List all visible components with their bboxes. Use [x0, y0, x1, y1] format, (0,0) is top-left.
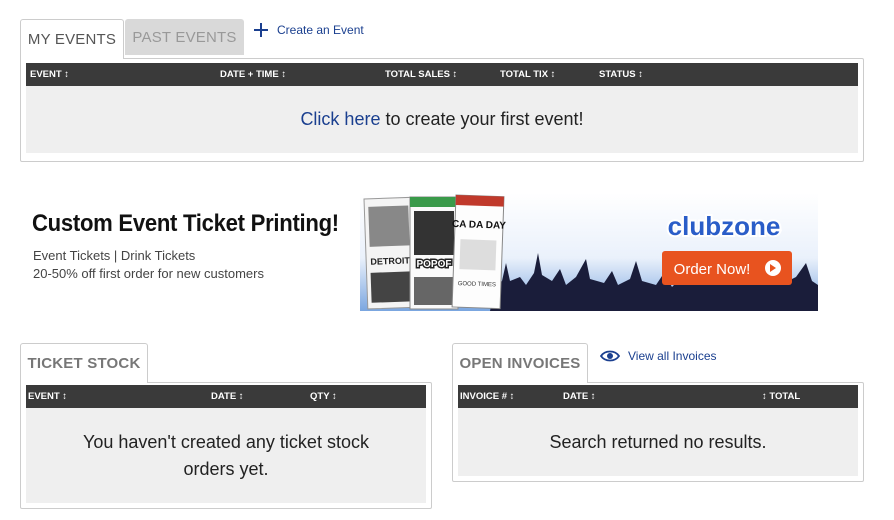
col-total-tix[interactable]: TOTAL TIX ↕ [500, 69, 555, 80]
tab-my-events-label: MY EVENTS [27, 31, 117, 48]
col-invoice-date[interactable]: DATE ↕ [563, 391, 596, 402]
col-invoice-total[interactable]: ↕ TOTAL [762, 391, 800, 402]
order-now-label: Order Now! [674, 261, 751, 278]
ticket-text-cada: CA DA DAY [452, 219, 507, 232]
ticket-stock-table-header: EVENT ↕ DATE ↕ QTY ↕ [26, 385, 426, 408]
create-event-label: Create an Event [277, 23, 364, 37]
create-event-link[interactable]: Create an Event [253, 22, 364, 38]
clubzone-logo: clubzone [666, 209, 783, 243]
ticket-text-popof: POPOF [416, 259, 451, 270]
invoices-empty-state: Search returned no results. [458, 408, 858, 476]
col-event[interactable]: EVENT ↕ [30, 69, 69, 80]
events-empty-state: Click here to create your first event! [26, 86, 858, 153]
col-invoice-num[interactable]: INVOICE # ↕ [460, 391, 514, 402]
eye-icon [600, 350, 620, 362]
invoices-panel: INVOICE # ↕ DATE ↕ ↕ TOTAL Search return… [452, 382, 864, 482]
tab-open-invoices[interactable]: OPEN INVOICES [452, 343, 588, 383]
clubzone-logo-text: clubzone [668, 211, 781, 241]
create-first-event-link[interactable]: Click here [300, 109, 380, 129]
tab-past-events[interactable]: PAST EVENTS [125, 19, 244, 55]
banner-line-2: 20-50% off first order for new customers [33, 266, 264, 281]
col-ts-qty[interactable]: QTY ↕ [310, 391, 337, 402]
plus-icon [254, 23, 268, 37]
view-all-invoices-label: View all Invoices [628, 349, 717, 363]
col-date-time[interactable]: DATE + TIME ↕ [220, 69, 286, 80]
tab-ticket-stock[interactable]: TICKET STOCK [20, 343, 148, 383]
col-ts-event[interactable]: EVENT ↕ [28, 391, 67, 402]
col-ts-date[interactable]: DATE ↕ [211, 391, 244, 402]
ticket-text-detroit: DETROIT [370, 255, 410, 266]
banner-line-1: Event Tickets | Drink Tickets [33, 248, 196, 263]
tab-open-invoices-label: OPEN INVOICES [459, 355, 581, 372]
invoices-empty-text: Search returned no results. [549, 431, 767, 452]
events-table-header: EVENT ↕ DATE + TIME ↕ TOTAL SALES ↕ TOTA… [26, 63, 858, 86]
tab-ticket-stock-label: TICKET STOCK [27, 355, 141, 372]
empty-events-text: to create your first event! [380, 109, 584, 129]
tab-past-events-label: PAST EVENTS [132, 29, 237, 46]
invoices-table-header: INVOICE # ↕ DATE ↕ ↕ TOTAL [458, 385, 858, 408]
order-now-button[interactable]: Order Now! [662, 251, 792, 285]
banner-title[interactable]: Custom Event Ticket Printing! [32, 210, 339, 238]
ticket-printing-banner[interactable]: DETROIT POPOF CA DA DAY GOOD TIMES clubz… [360, 193, 818, 311]
ticket-stock-empty-text: You haven't created any ticket stock ord… [83, 431, 369, 479]
view-all-invoices-link[interactable]: View all Invoices [600, 348, 717, 364]
tab-my-events[interactable]: MY EVENTS [20, 19, 124, 59]
events-panel: EVENT ↕ DATE + TIME ↕ TOTAL SALES ↕ TOTA… [20, 58, 864, 162]
ticket-stock-panel: EVENT ↕ DATE ↕ QTY ↕ You haven't created… [20, 382, 432, 509]
col-total-sales[interactable]: TOTAL SALES ↕ [385, 69, 457, 80]
col-status[interactable]: STATUS ↕ [599, 69, 643, 80]
ticket-stock-empty-state: You haven't created any ticket stock ord… [26, 408, 426, 503]
